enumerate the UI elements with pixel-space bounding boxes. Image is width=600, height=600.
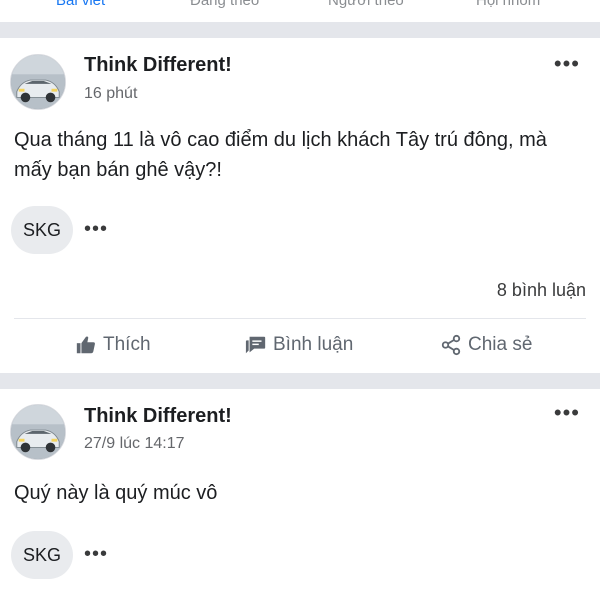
- car-avatar-image: [11, 55, 65, 109]
- avatar[interactable]: [10, 54, 66, 110]
- profile-tabs: Bài viết Đang theo Người theo Hội nhóm: [0, 0, 600, 22]
- comment-icon: [245, 336, 266, 354]
- comment-count[interactable]: 8 bình luận: [497, 280, 586, 301]
- comment-button[interactable]: Bình luận: [245, 330, 353, 360]
- post-time[interactable]: 27/9 lúc 14:17: [84, 435, 185, 453]
- section-separator: [0, 22, 600, 38]
- like-button[interactable]: Thích: [75, 330, 151, 360]
- more-tags-icon[interactable]: •••: [84, 219, 108, 239]
- post-card: Think Different! 16 phút ••• Qua tháng 1…: [0, 38, 600, 373]
- avatar[interactable]: [10, 404, 66, 460]
- post-author[interactable]: Think Different!: [84, 405, 232, 428]
- action-divider: [14, 318, 586, 319]
- more-horizontal-icon[interactable]: •••: [554, 402, 580, 424]
- comment-label: Bình luận: [273, 334, 354, 355]
- tab-following[interactable]: Đang theo: [190, 0, 259, 9]
- share-button[interactable]: Chia sẻ: [440, 330, 532, 360]
- stock-tag-chip[interactable]: SKG: [11, 206, 73, 254]
- tab-followers[interactable]: Người theo: [328, 0, 404, 9]
- post-author[interactable]: Think Different!: [84, 54, 232, 77]
- tab-posts[interactable]: Bài viết: [56, 0, 105, 9]
- post-content: Qua tháng 11 là vô cao điểm du lịch khác…: [14, 129, 547, 181]
- car-avatar-image: [11, 405, 65, 459]
- more-tags-icon[interactable]: •••: [84, 544, 108, 564]
- post-content: Quý này là quý múc vô: [14, 482, 218, 504]
- like-label: Thích: [103, 334, 151, 355]
- post-time[interactable]: 16 phút: [84, 85, 137, 103]
- stock-tag-chip[interactable]: SKG: [11, 531, 73, 579]
- tab-groups[interactable]: Hội nhóm: [476, 0, 540, 9]
- share-label: Chia sẻ: [468, 334, 533, 355]
- more-horizontal-icon[interactable]: •••: [554, 53, 580, 75]
- thumbs-up-icon: [76, 336, 95, 354]
- section-separator: [0, 373, 600, 389]
- screen: Bài viết Đang theo Người theo Hội nhóm T…: [0, 0, 600, 600]
- share-icon: [441, 334, 461, 356]
- post-card: Think Different! 27/9 lúc 14:17 ••• Quý …: [0, 389, 600, 600]
